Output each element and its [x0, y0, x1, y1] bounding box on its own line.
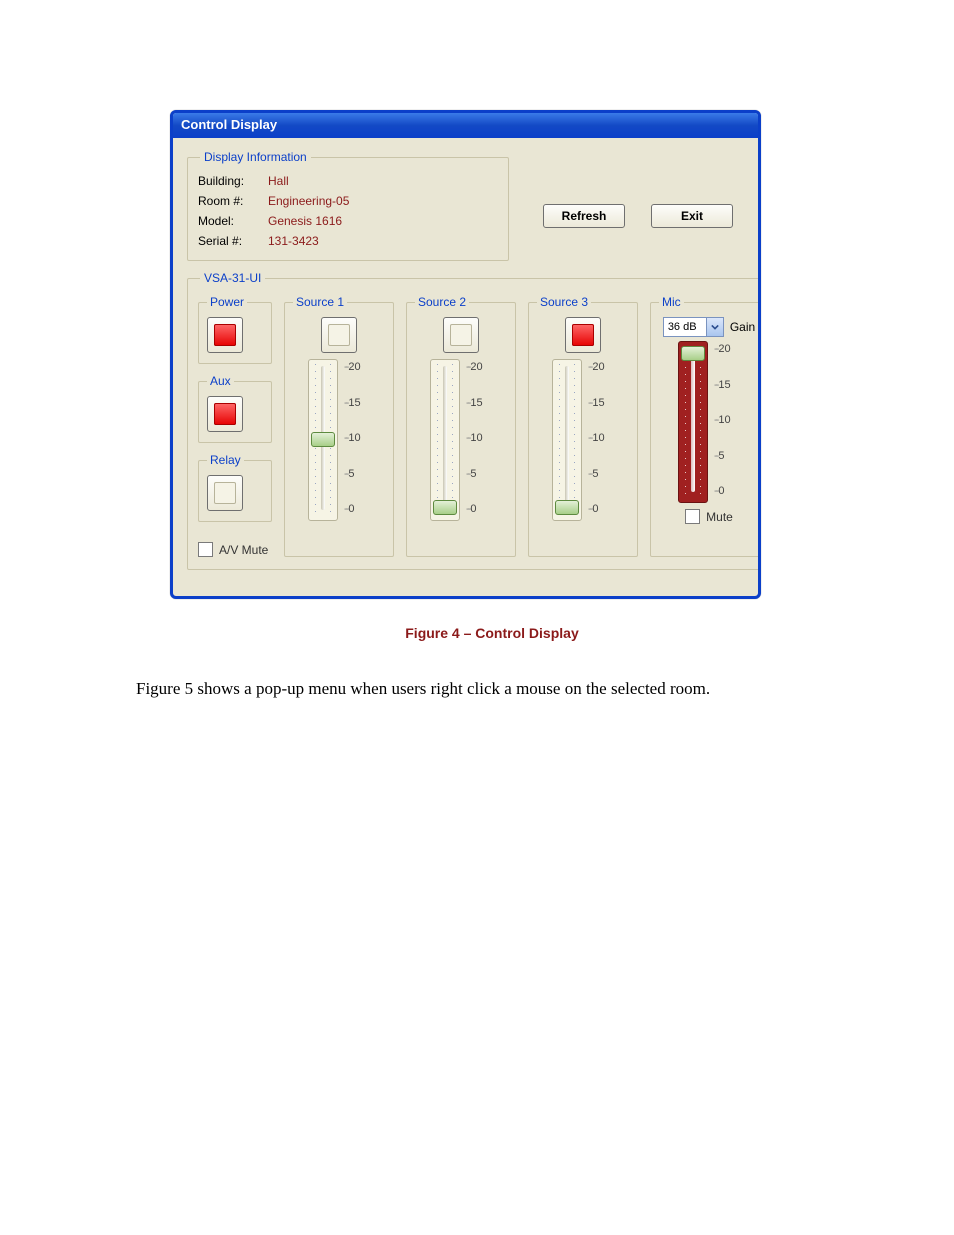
label-room: Room #:	[198, 194, 268, 208]
value-model: Genesis 1616	[268, 214, 498, 228]
display-information-group: Display Information Building: Hall Room …	[187, 150, 509, 261]
relay-group: Relay	[198, 453, 272, 522]
source-2-select-button[interactable]	[443, 317, 479, 353]
source-3-legend: Source 3	[537, 295, 591, 309]
source-1-slider-thumb[interactable]	[311, 432, 335, 447]
refresh-button[interactable]: Refresh	[543, 204, 625, 228]
mic-slider-thumb[interactable]	[681, 346, 705, 361]
source-2-group: Source 2 20 15	[406, 295, 516, 557]
source-1-group: Source 1 20 15	[284, 295, 394, 557]
source-2-slider[interactable]	[430, 359, 460, 521]
value-serial: 131-3423	[268, 234, 498, 248]
relay-led-icon	[214, 482, 236, 504]
relay-legend: Relay	[207, 453, 244, 467]
window-client-area: Display Information Building: Hall Room …	[173, 138, 758, 596]
mic-mute-label: Mute	[706, 510, 733, 524]
power-group: Power	[198, 295, 272, 364]
body-paragraph: Figure 5 shows a pop-up menu when users …	[136, 679, 854, 699]
source-2-led-icon	[450, 324, 472, 346]
value-building: Hall	[268, 174, 498, 188]
source-3-scale: 20 15 10 5 0	[588, 359, 614, 519]
relay-toggle[interactable]	[207, 475, 243, 511]
av-mute-label: A/V Mute	[219, 543, 268, 557]
control-display-window: Control Display Display Information Buil…	[170, 110, 761, 599]
source-1-scale: 20 15 10 5 0	[344, 359, 370, 519]
vsa-group: VSA-31-UI Power Aux Relay	[187, 271, 761, 570]
mic-scale: 20 15 10 5 0	[714, 341, 740, 501]
figure-caption: Figure 4 – Control Display	[130, 625, 854, 641]
source-1-select-button[interactable]	[321, 317, 357, 353]
value-room: Engineering-05	[268, 194, 498, 208]
source-3-slider[interactable]	[552, 359, 582, 521]
source-3-led-icon	[572, 324, 594, 346]
source-2-scale: 20 15 10 5 0	[466, 359, 492, 519]
aux-legend: Aux	[207, 374, 234, 388]
source-3-select-button[interactable]	[565, 317, 601, 353]
mic-slider[interactable]	[678, 341, 708, 503]
source-1-slider[interactable]	[308, 359, 338, 521]
source-2-legend: Source 2	[415, 295, 469, 309]
label-serial: Serial #:	[198, 234, 268, 248]
power-led-icon	[214, 324, 236, 346]
label-building: Building:	[198, 174, 268, 188]
source-2-slider-thumb[interactable]	[433, 500, 457, 515]
gain-label: Gain	[730, 320, 755, 334]
gain-select[interactable]: 36 dB	[663, 317, 724, 337]
aux-group: Aux	[198, 374, 272, 443]
vsa-legend: VSA-31-UI	[200, 271, 265, 285]
chevron-down-icon[interactable]	[706, 318, 723, 336]
av-mute-checkbox[interactable]	[198, 542, 213, 557]
power-legend: Power	[207, 295, 247, 309]
exit-button[interactable]: Exit	[651, 204, 733, 228]
aux-toggle[interactable]	[207, 396, 243, 432]
gain-select-value: 36 dB	[664, 321, 706, 333]
label-model: Model:	[198, 214, 268, 228]
source-3-slider-thumb[interactable]	[555, 500, 579, 515]
display-information-legend: Display Information	[200, 150, 311, 164]
window-titlebar[interactable]: Control Display	[173, 113, 758, 138]
window-title: Control Display	[181, 117, 277, 132]
mic-group: Mic 36 dB Gain	[650, 295, 761, 557]
source-3-group: Source 3 20 15	[528, 295, 638, 557]
source-1-legend: Source 1	[293, 295, 347, 309]
mic-mute-checkbox[interactable]	[685, 509, 700, 524]
mic-legend: Mic	[659, 295, 684, 309]
aux-led-icon	[214, 403, 236, 425]
source-1-led-icon	[328, 324, 350, 346]
power-toggle[interactable]	[207, 317, 243, 353]
